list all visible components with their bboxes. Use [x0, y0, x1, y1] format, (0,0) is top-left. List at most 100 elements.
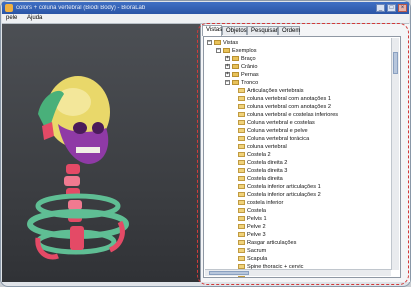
menu-item-pele[interactable]: pele [6, 15, 17, 21]
tree-view[interactable]: − Vistas − Exemplos + Braço + Crânio + Pernas… [203, 36, 401, 278]
tree-label: Braço [241, 56, 256, 62]
tree-item-label: Scapula [247, 256, 268, 262]
tree-item-label: Articulações vertebrais [247, 88, 304, 94]
3d-viewport[interactable] [2, 24, 200, 282]
tree-item[interactable]: Pelvis 1 [238, 215, 267, 223]
tab-vistas[interactable]: Vistas [202, 25, 222, 36]
tree-item[interactable]: Articulações vertebrais [238, 87, 304, 95]
view-icon [238, 152, 245, 158]
tree-item-label: Costela inferior articulações 2 [247, 192, 321, 198]
tree-item[interactable]: Costela 2 [238, 151, 271, 159]
view-icon [238, 136, 245, 142]
view-icon [238, 240, 245, 246]
tree-category-cranio[interactable]: + Crânio [225, 63, 257, 71]
tree-item[interactable]: Costela direita 2 [238, 159, 287, 167]
view-icon [238, 224, 245, 230]
folder-icon [232, 64, 239, 70]
side-panel: Vistas Objetos Pesquisar Ordem − Vistas −… [200, 24, 410, 282]
tree-item-label: Sacrum [247, 248, 267, 254]
tree-item[interactable]: Pelve 3 [238, 231, 266, 239]
tree-item[interactable]: coluna vertebral com anotações 1 [238, 95, 331, 103]
view-icon [238, 232, 245, 238]
left-eye-socket [73, 122, 87, 134]
tab-pesquisar[interactable]: Pesquisar [247, 26, 278, 35]
collapse-toggle[interactable]: − [216, 48, 221, 54]
tree-item[interactable]: costela inferior [238, 199, 283, 207]
vertebra [68, 200, 82, 210]
view-icon [238, 184, 245, 190]
tree-category-tronco[interactable]: − Tronco [225, 79, 258, 87]
close-button[interactable]: × [398, 4, 407, 12]
tree-label: Crânio [241, 64, 258, 70]
view-icon [238, 200, 245, 206]
tree-item-label: Pelve 3 [247, 232, 266, 238]
tree-item[interactable]: Costela direita [238, 175, 283, 183]
scroll-thumb[interactable] [393, 52, 398, 74]
folder-icon [232, 72, 239, 78]
tree-item[interactable]: Coluna vertebral e costelas [238, 119, 315, 127]
tree-item[interactable]: Rasgar articulações [238, 239, 296, 247]
tree-item-label: Pelvis 1 [247, 216, 267, 222]
vertebra [64, 176, 80, 186]
tree-item[interactable]: coluna vertebral [238, 143, 287, 151]
tree-item[interactable]: Sacrum [238, 247, 266, 255]
vertical-scrollbar[interactable] [391, 38, 399, 270]
minimize-button[interactable]: _ [376, 4, 385, 12]
menu-item-ajuda[interactable]: Ajuda [27, 15, 42, 21]
view-icon [238, 216, 245, 222]
tab-ordem[interactable]: Ordem [278, 26, 300, 35]
maximize-button[interactable]: □ [387, 4, 396, 12]
tree-item[interactable]: Pelve 2 [238, 223, 266, 231]
tab-objetos[interactable]: Objetos [222, 26, 247, 35]
teeth [76, 147, 100, 153]
expand-toggle[interactable]: + [225, 72, 230, 78]
view-icon [238, 128, 245, 134]
folder-icon [232, 56, 239, 62]
tree-item-label: Coluna vertebral torácica [247, 136, 310, 142]
scroll-thumb[interactable] [209, 271, 249, 275]
tree-item-label: coluna vertebral com anotações 1 [247, 96, 331, 102]
tree-item[interactable]: Coluna vertebral e pelve [238, 127, 308, 135]
folder-icon [223, 48, 230, 54]
tree-category-pernas[interactable]: + Pernas [225, 71, 259, 79]
app-window: colors + coluna vertebral (Biodi Body) -… [0, 0, 411, 287]
title-bar: colors + coluna vertebral (Biodi Body) -… [2, 2, 409, 14]
tree-category-braco[interactable]: + Braço [225, 55, 256, 63]
tree-item-label: coluna vertebral com anotações 2 [247, 104, 331, 110]
lumbar-vertebra [70, 226, 84, 250]
view-icon [238, 120, 245, 126]
view-icon [238, 168, 245, 174]
tree-item[interactable]: Costela [238, 207, 266, 215]
folder-icon [232, 80, 239, 86]
view-icon [238, 208, 245, 214]
view-icon [238, 248, 245, 254]
tree-label: Pernas [241, 72, 259, 78]
tree-item-label: Costela inferior articulações 1 [247, 184, 321, 190]
folder-icon [214, 40, 221, 46]
tree-item-label: Coluna vertebral e costelas [247, 120, 315, 126]
tree-item[interactable]: Costela direita 3 [238, 167, 287, 175]
tree-item[interactable]: Costela inferior articulações 2 [238, 191, 321, 199]
collapse-toggle[interactable]: − [207, 40, 212, 46]
tree-item[interactable]: Coluna vertebral torácica [238, 135, 309, 143]
view-icon [238, 112, 245, 118]
view-icon [238, 88, 245, 94]
tree-item[interactable]: coluna vertebral e costelas inferiores [238, 111, 338, 119]
tree-root[interactable]: − Vistas [207, 39, 238, 47]
tree-item-label: Costela direita [247, 176, 283, 182]
tree-item[interactable]: coluna vertebral com anotações 2 [238, 103, 331, 111]
tree-item[interactable]: Costela inferior articulações 1 [238, 183, 321, 191]
view-icon [238, 192, 245, 198]
tree-item[interactable]: Scapula [238, 255, 267, 263]
view-icon [238, 160, 245, 166]
tree-group-exemplos[interactable]: − Exemplos [216, 47, 257, 55]
tree-item-label: Pelve 2 [247, 224, 266, 230]
tree-item-label: coluna vertebral e costelas inferiores [247, 112, 339, 118]
tree-item-label: Coluna vertebral e pelve [247, 128, 308, 134]
expand-toggle[interactable]: + [225, 56, 230, 62]
horizontal-scrollbar[interactable] [205, 269, 391, 276]
collapse-toggle[interactable]: − [225, 80, 230, 86]
expand-toggle[interactable]: + [225, 64, 230, 70]
tree-item-label: Costela direita 3 [247, 168, 288, 174]
anatomy-render [27, 76, 129, 260]
